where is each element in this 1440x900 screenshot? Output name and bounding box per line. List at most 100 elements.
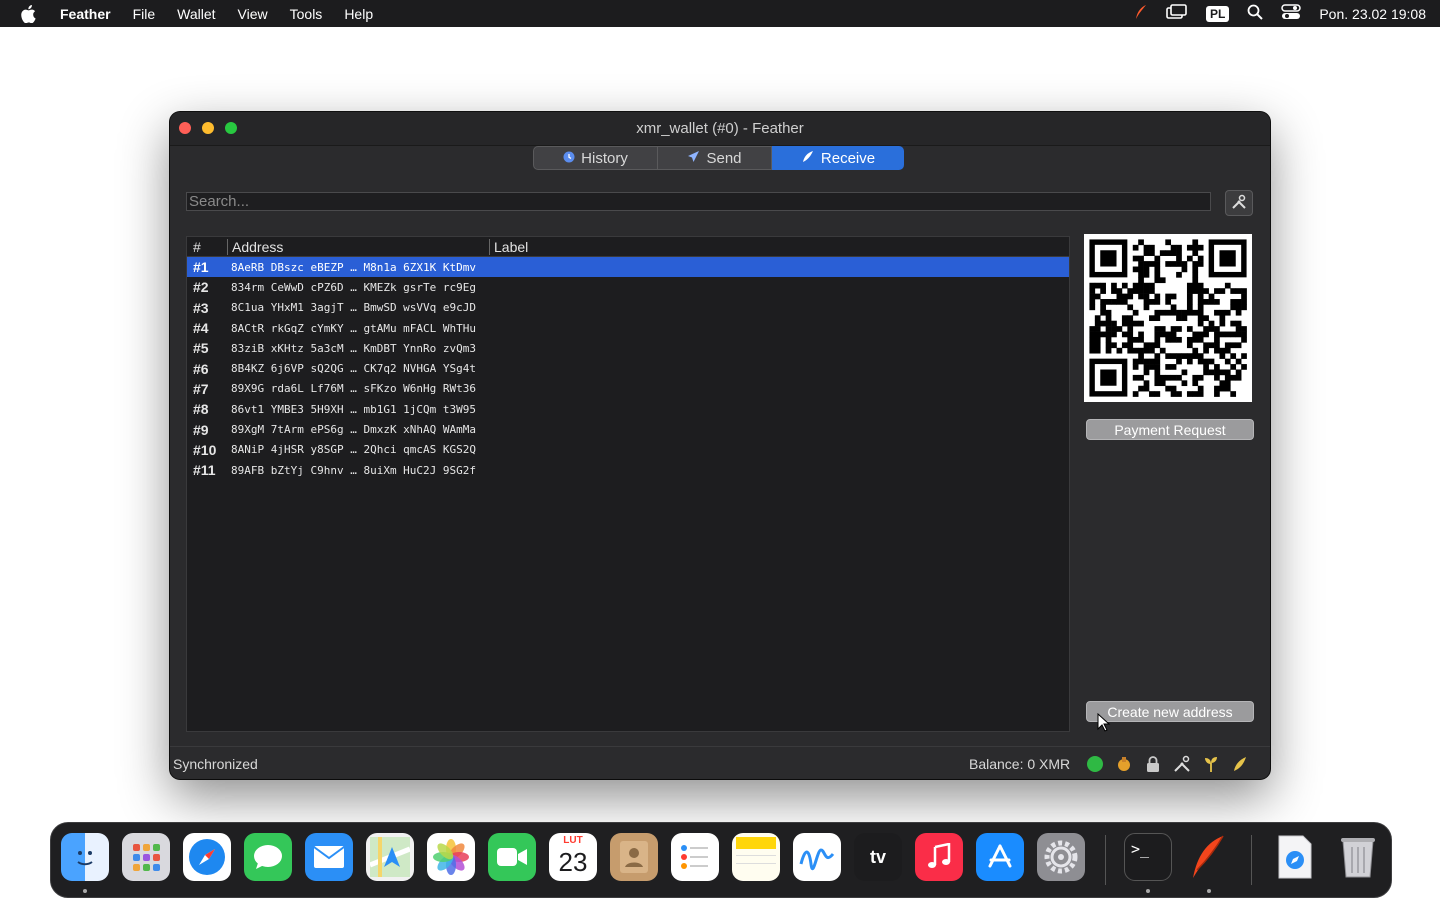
menu-view[interactable]: View: [238, 6, 268, 22]
receive-icon: [801, 150, 815, 167]
feather-receive-icon[interactable]: [1231, 755, 1249, 773]
connection-status-icon[interactable]: [1086, 755, 1104, 773]
row-index: #10: [193, 441, 217, 458]
lock-icon[interactable]: [1144, 755, 1162, 773]
row-index: #4: [193, 320, 209, 337]
calendar-day: 23: [558, 847, 588, 877]
table-row[interactable]: #1 8AeRB DBszc eBEZP … M8n1a 6ZX1K KtDmv: [187, 257, 1069, 278]
messages-icon[interactable]: [244, 833, 292, 881]
facetime-icon[interactable]: [488, 833, 536, 881]
row-address: 83ziB xKHtz 5a3cM … KmDBT YnnRo zvQm3: [231, 341, 477, 355]
column-header-number[interactable]: #: [187, 239, 227, 255]
address-qr-code: [1084, 234, 1252, 402]
row-address: 89XgM 7tArm ePS6g … DmxzK xNhAQ WAmMa: [231, 423, 477, 437]
dock: LUT 23 tv >_: [50, 822, 1392, 898]
row-index: #7: [193, 380, 209, 397]
feather-wallet-icon[interactable]: [1185, 833, 1233, 881]
table-row[interactable]: #11 89AFB bZtYj C9hnv … 8uiXm HuC2J 9SG2f: [187, 460, 1069, 480]
menu-help[interactable]: Help: [344, 6, 373, 22]
row-address: 8ANiP 4jHSR y8SGP … 2Qhci qmcAS KGS2Q: [231, 443, 477, 457]
seed-icon[interactable]: [1202, 755, 1220, 773]
row-index: #8: [193, 401, 209, 418]
apple-menu-icon[interactable]: [0, 4, 56, 23]
row-address: 8ACtR rkGqZ cYmKY … gtAMu mFACL WhTHu: [231, 321, 477, 335]
mail-icon[interactable]: [305, 833, 353, 881]
column-header-label[interactable]: Label: [489, 238, 528, 255]
row-index: #11: [193, 462, 216, 479]
freeform-icon[interactable]: [793, 833, 841, 881]
row-address: 8AeRB DBszc eBEZP … M8n1a 6ZX1K KtDmv: [231, 260, 477, 274]
tab-history[interactable]: History: [533, 146, 658, 170]
table-row[interactable]: #7 89X9G rda6L Lf76M … sFKzo W6nHg RWt36: [187, 379, 1069, 399]
tab-receive[interactable]: Receive: [772, 146, 904, 170]
input-source-badge[interactable]: PL: [1206, 5, 1230, 22]
calendar-icon[interactable]: LUT 23: [549, 833, 597, 881]
search-input[interactable]: [186, 192, 1211, 211]
table-row[interactable]: #6 8B4KZ 6j6VP sQ2QG … CK7q2 NVHGA YSg4t: [187, 358, 1069, 378]
spotlight-search-icon[interactable]: [1247, 4, 1264, 23]
music-icon[interactable]: [915, 833, 963, 881]
row-index: #3: [193, 299, 209, 316]
finder-running-dot: [83, 889, 87, 893]
address-options-button[interactable]: [1225, 190, 1253, 216]
app-store-icon[interactable]: [976, 833, 1024, 881]
create-new-address-button[interactable]: Create new address: [1086, 701, 1254, 722]
settings-tools-icon[interactable]: [1173, 755, 1191, 773]
screen-mirroring-icon[interactable]: [1166, 4, 1188, 23]
row-address: 89X9G rda6L Lf76M … sFKzo W6nHg RWt36: [231, 382, 477, 396]
tools-icon: [1231, 194, 1247, 213]
table-row[interactable]: #5 83ziB xKHtz 5a3cM … KmDBT YnnRo zvQm3: [187, 338, 1069, 358]
window-title: xmr_wallet (#0) - Feather: [636, 120, 804, 137]
calendar-month: LUT: [563, 835, 583, 846]
finder-icon[interactable]: [61, 833, 109, 881]
apple-tv-icon[interactable]: tv: [854, 833, 902, 881]
table-row[interactable]: #3 8C1ua YHxM1 3agjT … BmwSD wsVVq e9cJD: [187, 298, 1069, 318]
row-index: #9: [193, 421, 209, 438]
row-index: #1: [193, 259, 209, 276]
launchpad-icon[interactable]: [122, 833, 170, 881]
tab-send[interactable]: Send: [658, 146, 772, 170]
terminal-running-dot: [1146, 889, 1150, 893]
photos-icon[interactable]: [427, 833, 475, 881]
menu-clock[interactable]: Pon. 23.02 19:08: [1319, 6, 1426, 22]
menu-app-name[interactable]: Feather: [60, 6, 111, 22]
table-row[interactable]: #10 8ANiP 4jHSR y8SGP … 2Qhci qmcAS KGS2Q: [187, 440, 1069, 460]
maps-icon[interactable]: [366, 833, 414, 881]
menu-wallet[interactable]: Wallet: [177, 6, 215, 22]
tor-icon[interactable]: [1115, 755, 1133, 773]
control-center-icon[interactable]: [1281, 4, 1302, 23]
menu-bar: Feather File Wallet View Tools Help PL P…: [0, 0, 1440, 27]
dock-separator-2: [1251, 835, 1252, 885]
row-index: #2: [193, 279, 209, 296]
payment-request-button[interactable]: Payment Request: [1086, 419, 1254, 440]
table-row[interactable]: #2 834rm CeWwD cPZ6D … KMEZk gsrTe rc9Eg: [187, 277, 1069, 297]
safari-icon[interactable]: [183, 833, 231, 881]
dock-separator: [1105, 835, 1106, 885]
table-row[interactable]: #8 86vt1 YMBE3 5H9XH … mb1G1 1jCQm t3W95: [187, 399, 1069, 419]
row-index: #5: [193, 340, 209, 357]
downloads-folder-icon[interactable]: [1271, 833, 1319, 881]
status-bar: Synchronized Balance: 0 XMR: [170, 746, 1270, 779]
row-address: 8C1ua YHxM1 3agjT … BmwSD wsVVq e9cJD: [231, 301, 477, 315]
title-bar: xmr_wallet (#0) - Feather: [170, 112, 1270, 146]
contacts-icon[interactable]: [610, 833, 658, 881]
reminders-icon[interactable]: [671, 833, 719, 881]
notes-icon[interactable]: [732, 833, 780, 881]
trash-icon[interactable]: [1334, 833, 1382, 881]
tab-bar: History Send Receive: [533, 146, 904, 170]
menu-file[interactable]: File: [133, 6, 156, 22]
history-icon: [563, 151, 575, 166]
row-index: #6: [193, 360, 209, 377]
feather-status-icon[interactable]: [1134, 4, 1148, 23]
feather-window: xmr_wallet (#0) - Feather History Send R…: [170, 112, 1270, 779]
table-row[interactable]: #9 89XgM 7tArm ePS6g … DmxzK xNhAQ WAmMa: [187, 419, 1069, 439]
feather-running-dot: [1207, 889, 1211, 893]
system-settings-icon[interactable]: [1037, 833, 1085, 881]
row-address: 86vt1 YMBE3 5H9XH … mb1G1 1jCQm t3W95: [231, 402, 477, 416]
mouse-cursor-icon: [1097, 712, 1111, 738]
menu-tools[interactable]: Tools: [290, 6, 323, 22]
address-table[interactable]: # Address Label #1 8AeRB DBszc eBEZP … M8…: [186, 236, 1070, 732]
terminal-icon[interactable]: >_: [1124, 833, 1172, 881]
table-row[interactable]: #4 8ACtR rkGqZ cYmKY … gtAMu mFACL WhTHu: [187, 318, 1069, 338]
column-header-address[interactable]: Address: [227, 238, 489, 255]
